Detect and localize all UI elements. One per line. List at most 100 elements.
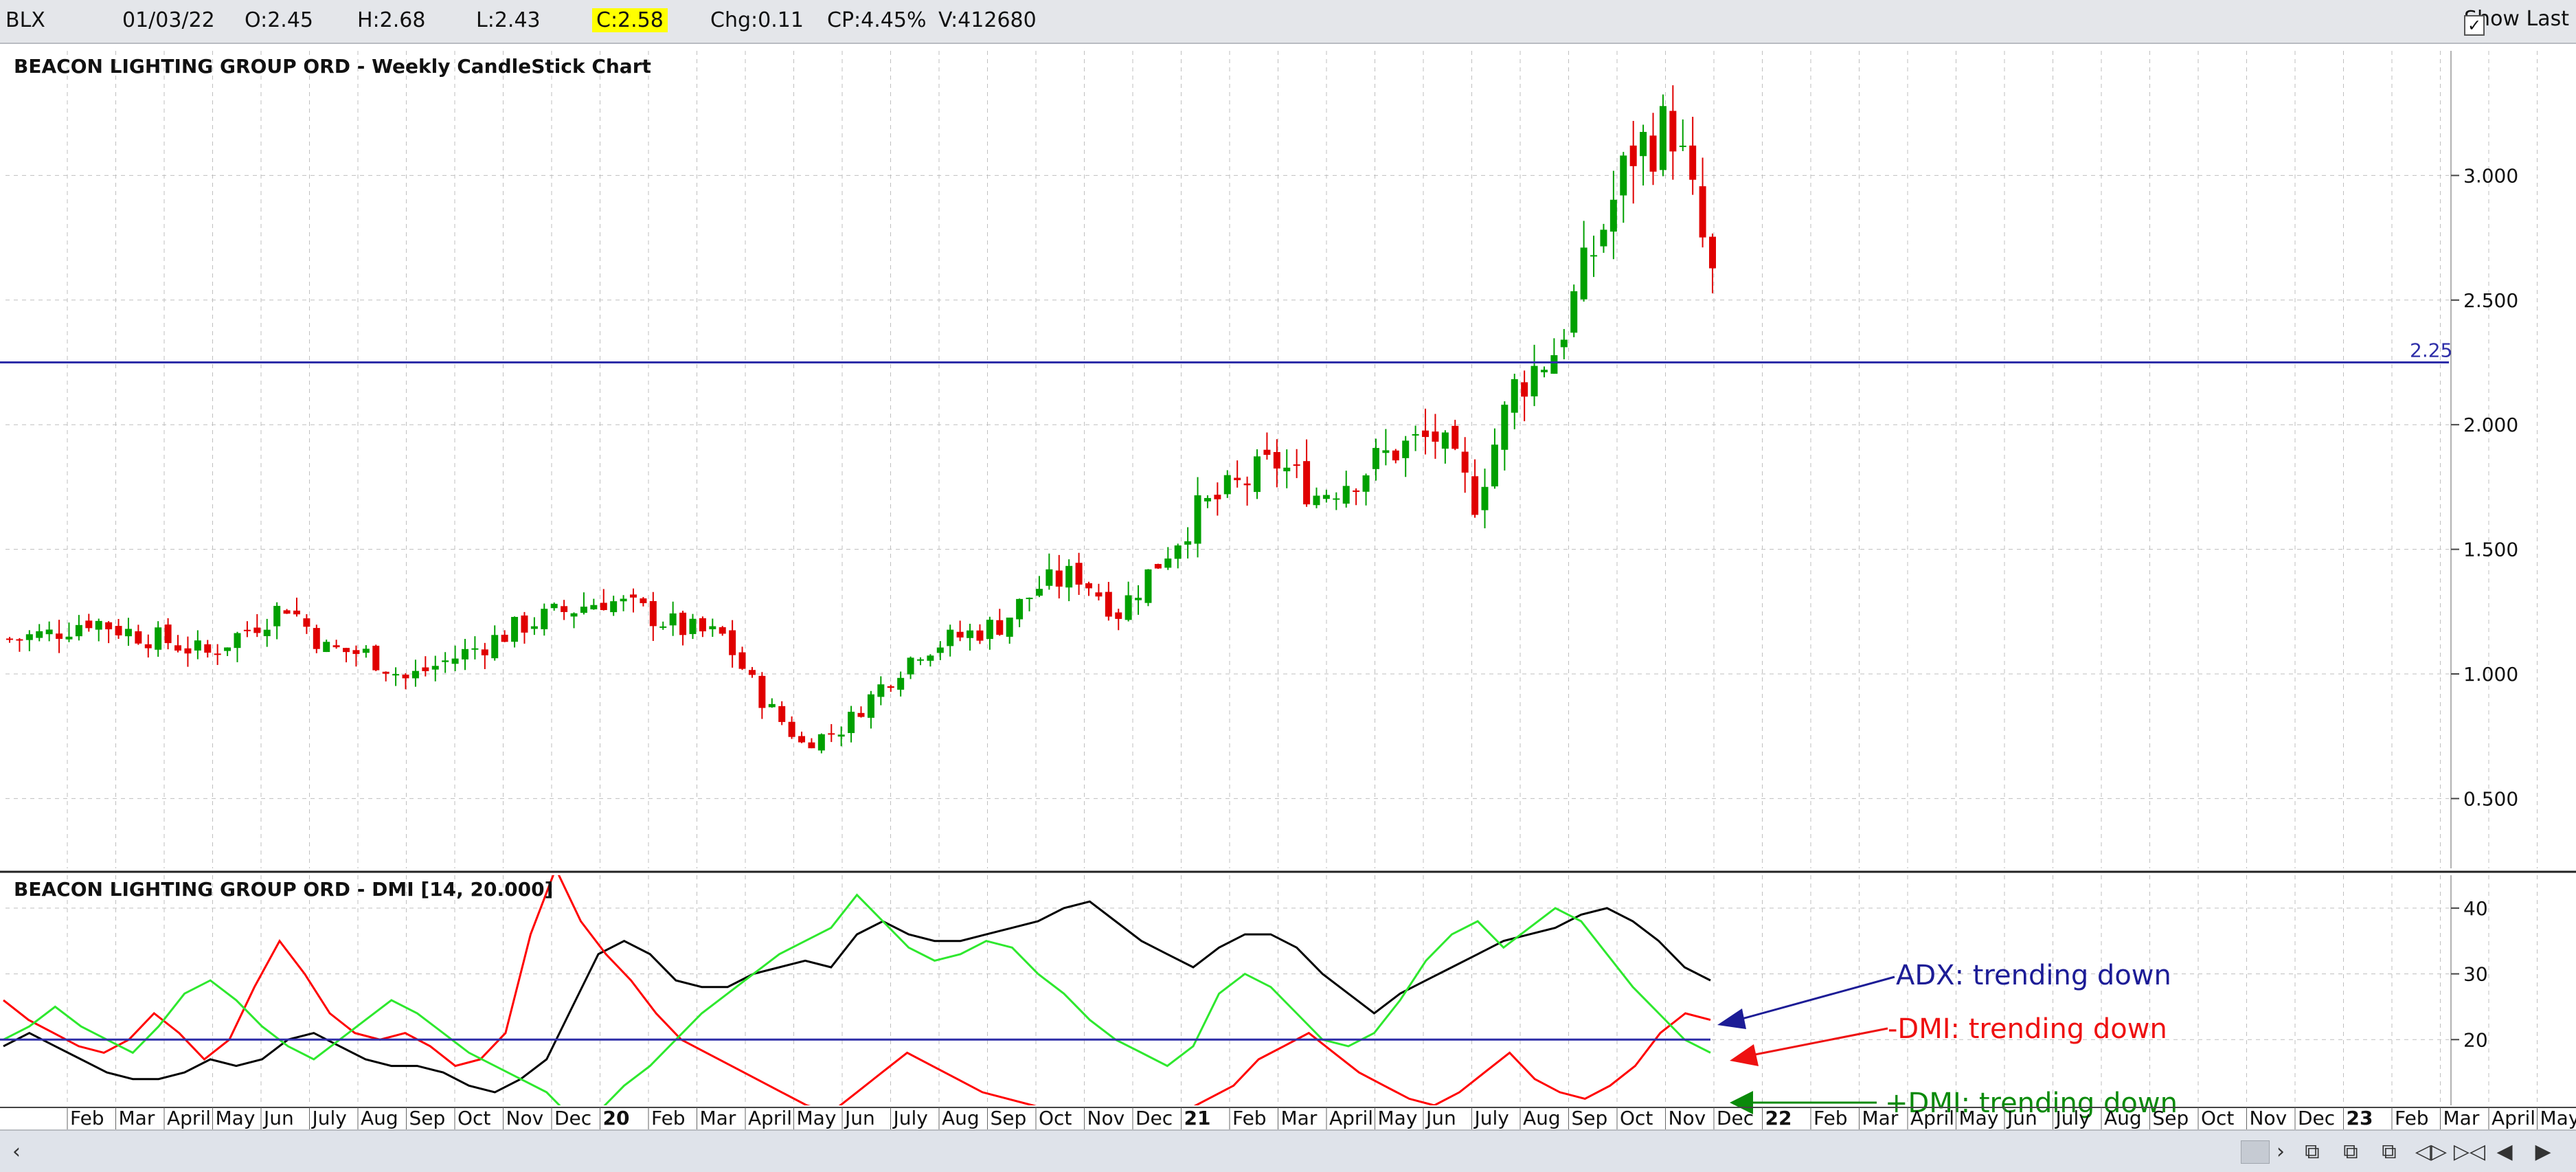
chart-scrollbar[interactable]: ‹ › ⧉ ⧉ ⧉ ◁▷ ▷◁ ◀ ▶ bbox=[0, 1129, 2576, 1172]
price-tick-label: 2.500 bbox=[2463, 289, 2518, 312]
time-tick-label: July bbox=[1473, 1107, 1509, 1129]
time-tick-label: Mar bbox=[1862, 1107, 1899, 1129]
candle-body bbox=[403, 675, 409, 678]
candle-body bbox=[749, 670, 756, 675]
price-tick-label: 1.000 bbox=[2463, 663, 2518, 686]
candle-body bbox=[1372, 448, 1379, 469]
candle-body bbox=[1630, 146, 1637, 166]
change-value: Chg:0.11 bbox=[710, 8, 804, 32]
candle-body bbox=[1085, 583, 1092, 588]
zoom-in-icon[interactable]: ▷◁ bbox=[2452, 1139, 2487, 1164]
dmi-chart-title: BEACON LIGHTING GROUP ORD - DMI [14, 20.… bbox=[14, 878, 553, 901]
candle-body bbox=[1521, 382, 1528, 396]
close-value: C:2.58 bbox=[592, 8, 668, 32]
candle-body bbox=[491, 635, 498, 658]
candle-body bbox=[76, 625, 82, 636]
candle-body bbox=[600, 602, 607, 610]
candle-body bbox=[1333, 498, 1340, 499]
time-tick-label: April bbox=[1329, 1107, 1373, 1129]
time-tick-label: Jun bbox=[262, 1107, 294, 1129]
candle-body bbox=[1442, 433, 1449, 449]
time-tick-label: Sep bbox=[409, 1107, 446, 1129]
candle-body bbox=[383, 672, 389, 674]
minus-dmi-arrow-icon bbox=[1730, 1044, 1759, 1066]
candle-body bbox=[1451, 426, 1458, 449]
scroll-right-icon[interactable]: › bbox=[2267, 1139, 2294, 1164]
price-tick-label: 0.500 bbox=[2463, 787, 2518, 810]
time-tick-label: Feb bbox=[2395, 1107, 2429, 1129]
candle-body bbox=[1640, 132, 1647, 156]
scroll-thumb[interactable] bbox=[2241, 1140, 2270, 1164]
candle-body bbox=[1204, 498, 1211, 502]
candle-body bbox=[1610, 200, 1617, 232]
candle-body bbox=[541, 609, 547, 629]
candle-body bbox=[56, 633, 63, 639]
candle-body bbox=[1392, 451, 1399, 460]
candle-body bbox=[264, 630, 271, 636]
window-icon-3[interactable]: ⧉ bbox=[2375, 1139, 2403, 1164]
dmi-tick-label: 40 bbox=[2463, 897, 2488, 920]
time-tick-label: Oct bbox=[1620, 1107, 1653, 1129]
candle-body bbox=[1056, 570, 1063, 586]
candle-body bbox=[343, 648, 350, 652]
time-tick-label: Dec bbox=[2298, 1107, 2335, 1129]
candle-body bbox=[739, 653, 746, 669]
candle-body bbox=[442, 660, 449, 662]
candle-body bbox=[1680, 146, 1686, 147]
window-icon-2[interactable]: ⧉ bbox=[2337, 1139, 2364, 1164]
candle-body bbox=[848, 712, 855, 733]
show-last-toggle[interactable]: ✓ Show Last bbox=[2464, 7, 2569, 31]
candle-body bbox=[1026, 598, 1033, 599]
candle-body bbox=[323, 642, 330, 652]
candle-body bbox=[1432, 431, 1438, 442]
candle-body bbox=[729, 630, 736, 655]
window-icon[interactable]: ⧉ bbox=[2298, 1139, 2326, 1164]
candle-body bbox=[986, 620, 993, 639]
candle-body bbox=[1353, 491, 1359, 492]
candle-body bbox=[363, 649, 370, 653]
candle-body bbox=[174, 645, 181, 651]
scroll-left-icon[interactable]: ‹ bbox=[3, 1139, 30, 1164]
candle-body bbox=[1412, 434, 1419, 436]
time-tick-label: Aug bbox=[361, 1107, 398, 1129]
candle-body bbox=[244, 630, 251, 631]
candle-body bbox=[1660, 106, 1667, 170]
candle-body bbox=[1620, 155, 1627, 195]
candle-body bbox=[769, 704, 776, 708]
time-tick-label: Mar bbox=[2443, 1107, 2480, 1129]
time-tick-label: 21 bbox=[1184, 1107, 1211, 1129]
candle-body bbox=[1046, 570, 1052, 586]
candle-body bbox=[125, 629, 132, 636]
candle-body bbox=[630, 594, 637, 597]
candle-body bbox=[1155, 564, 1162, 569]
candle-body bbox=[858, 713, 865, 717]
candle-body bbox=[135, 631, 142, 644]
candle-body bbox=[1323, 495, 1330, 499]
time-tick-label: Dec bbox=[1717, 1107, 1754, 1129]
scroll-forward-icon[interactable]: ▶ bbox=[2529, 1139, 2557, 1164]
candle-body bbox=[95, 621, 102, 630]
candle-body bbox=[1224, 475, 1231, 495]
candle-body bbox=[967, 631, 973, 638]
candle-body bbox=[571, 613, 578, 617]
candle-body bbox=[1402, 440, 1409, 458]
scroll-back-icon[interactable]: ◀ bbox=[2491, 1139, 2518, 1164]
candle-body bbox=[1076, 563, 1083, 585]
candle-body bbox=[333, 645, 340, 647]
time-tick-label: April bbox=[1910, 1107, 1954, 1129]
time-tick-label: Sep bbox=[991, 1107, 1027, 1129]
candle-body bbox=[1195, 495, 1201, 543]
candle-body bbox=[828, 733, 835, 734]
time-tick-label: Aug bbox=[1523, 1107, 1561, 1129]
time-tick-label: Oct bbox=[1039, 1107, 1072, 1129]
candle-body bbox=[689, 619, 696, 634]
minus-dmi-arrow-shaft bbox=[1748, 1028, 1888, 1056]
candle-body bbox=[670, 613, 677, 625]
zoom-out-icon[interactable]: ◁▷ bbox=[2414, 1139, 2448, 1164]
price-candles bbox=[6, 85, 1716, 753]
candle-body bbox=[888, 686, 894, 688]
time-tick-label: Sep bbox=[2153, 1107, 2189, 1129]
candle-body bbox=[155, 627, 161, 649]
show-last-checkbox[interactable]: ✓ bbox=[2464, 15, 2485, 36]
candle-body bbox=[26, 634, 33, 640]
